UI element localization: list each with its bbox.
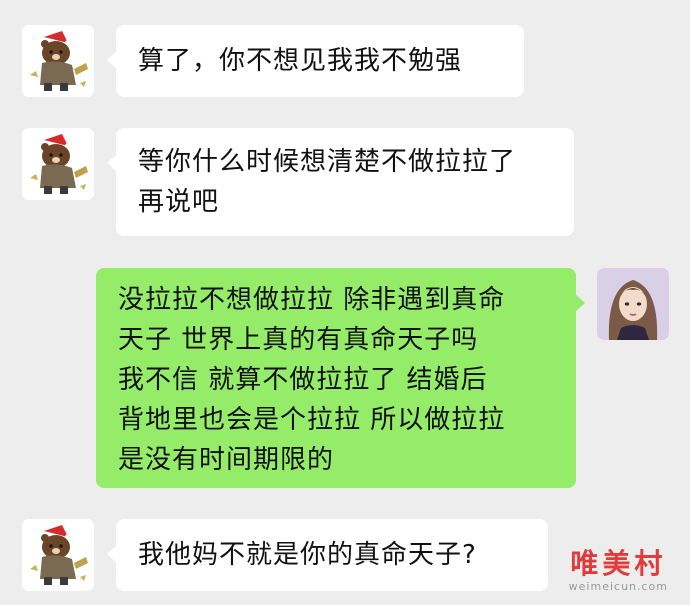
message-text-line: 没拉拉不想做拉拉 除非遇到真命 (118, 285, 506, 315)
message-text-line: 我不信 就算不做拉拉了 结婚后 (118, 365, 488, 395)
message-text-line: 算了，你不想见我我不勉强 (138, 46, 463, 76)
message-text-line: 等你什么时候想清楚不做拉拉了 (138, 147, 517, 177)
message-text-line: 背地里也会是个拉拉 所以做拉拉 (118, 405, 506, 435)
bear-avatar-icon-graphic (22, 25, 94, 97)
message-text-line: 天子 世界上真的有真命天子吗 (118, 325, 479, 355)
bear-avatar-icon[interactable] (22, 128, 94, 200)
message-text-line: 我他妈不就是你的真命天子? (138, 540, 477, 570)
watermark-text: 唯美村 (570, 547, 667, 580)
message-text-line: 是没有时间期限的 (118, 445, 335, 475)
bear-avatar-icon-graphic (22, 128, 94, 200)
bear-avatar-icon-graphic (22, 519, 94, 591)
watermark: 唯美村 weimeicun.com (568, 547, 668, 594)
watermark-url: weimeicun.com (568, 580, 668, 593)
message-bubble-sent[interactable]: 没拉拉不想做拉拉 除非遇到真命 天子 世界上真的有真命天子吗 我不信 就算不做拉… (96, 268, 585, 488)
message-bubble-received[interactable]: 我他妈不就是你的真命天子? (107, 519, 548, 591)
bear-avatar-icon[interactable] (22, 519, 94, 591)
message-bubble-received[interactable]: 等你什么时候想清楚不做拉拉了 再说吧 (107, 128, 574, 236)
message-text-line: 再说吧 (138, 187, 220, 217)
bear-avatar-icon[interactable] (22, 25, 94, 97)
girl-avatar-icon-graphic (597, 268, 669, 340)
girl-avatar-icon[interactable] (597, 268, 669, 340)
chat-area: 算了，你不想见我我不勉强 等你什么时候想清楚不做拉拉了 再说吧 没拉拉不想做拉拉… (0, 0, 690, 605)
message-bubble-received[interactable]: 算了，你不想见我我不勉强 (107, 25, 524, 97)
